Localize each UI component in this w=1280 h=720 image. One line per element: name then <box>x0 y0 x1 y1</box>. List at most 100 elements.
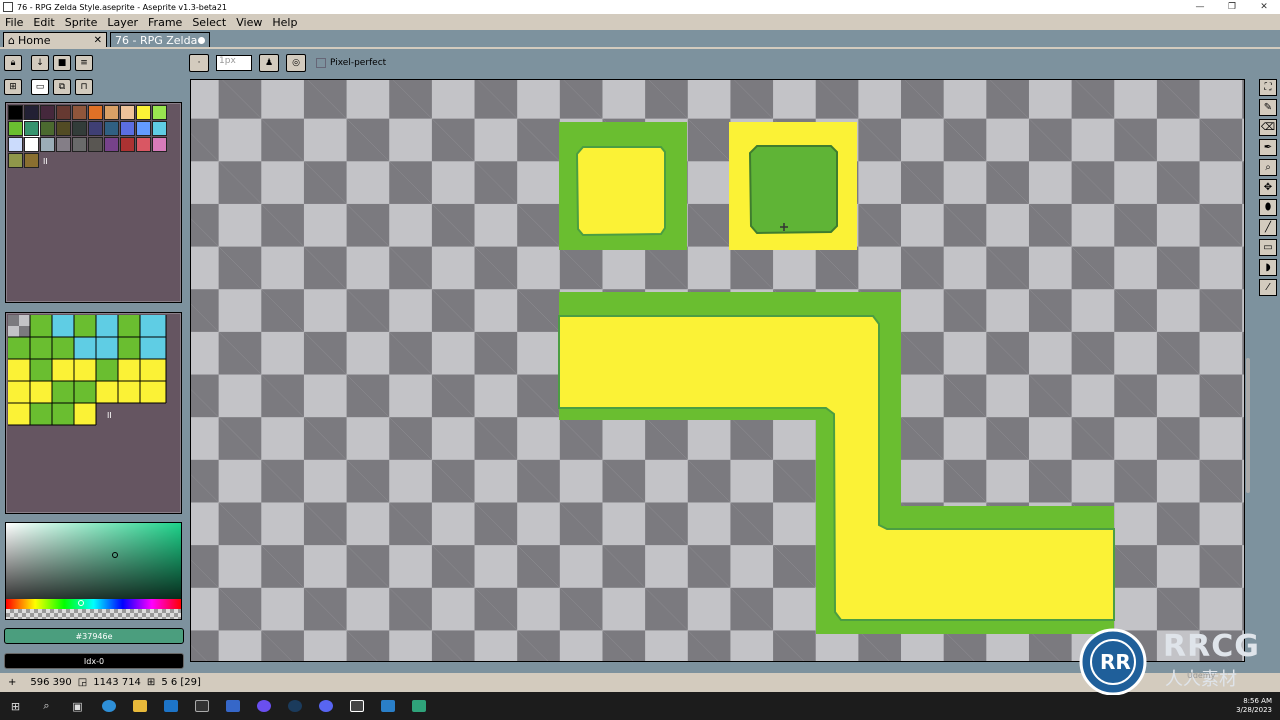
palette-swatch[interactable] <box>56 121 71 136</box>
hex-color-field[interactable]: #37946e <box>4 628 184 644</box>
palette-swatch[interactable] <box>88 121 103 136</box>
palette-swatch[interactable] <box>23 120 40 137</box>
menu-view[interactable]: View <box>231 16 267 29</box>
search-icon[interactable]: ⌕ <box>31 692 62 720</box>
palette-swatch[interactable] <box>136 121 151 136</box>
mode-pixels-icon[interactable]: ▭ <box>31 79 49 95</box>
lock-icon[interactable]: 🔒︎ <box>4 55 22 71</box>
eyedropper-tool-icon[interactable]: ✒ <box>1259 139 1277 156</box>
palette-swatch[interactable] <box>24 153 39 168</box>
palette-swatch[interactable] <box>24 137 39 152</box>
tab-document[interactable]: 76 - RPG Zelda <box>110 32 210 48</box>
palette-swatch[interactable] <box>104 137 119 152</box>
mode-tiles-icon[interactable]: ⧉ <box>53 79 71 95</box>
menu-layer[interactable]: Layer <box>102 16 143 29</box>
palette-swatch[interactable] <box>104 121 119 136</box>
palette-swatch[interactable] <box>88 137 103 152</box>
mail-icon[interactable] <box>155 692 186 720</box>
tab-home[interactable]: ⌂ Home ✕ <box>3 32 107 48</box>
palette-swatch[interactable] <box>8 153 23 168</box>
palette-swatch[interactable] <box>152 121 167 136</box>
tab-bar: ⌂ Home ✕ 76 - RPG Zelda <box>0 30 1280 48</box>
eraser-tool-icon[interactable]: ⌫ <box>1259 119 1277 136</box>
menu-sprite[interactable]: Sprite <box>60 16 103 29</box>
palette-swatch[interactable] <box>120 105 135 120</box>
menu-file[interactable]: File <box>0 16 28 29</box>
tile-yellow-pond <box>729 122 857 250</box>
edge-icon[interactable] <box>93 692 124 720</box>
maximize-button[interactable]: ❐ <box>1216 2 1248 12</box>
color-picker-handle[interactable] <box>112 552 118 558</box>
close-window-button[interactable]: ✕ <box>1248 2 1280 12</box>
palette-swatch[interactable] <box>120 121 135 136</box>
unsaved-dot-icon[interactable] <box>198 37 205 44</box>
fill-tool-icon[interactable]: ⬮ <box>1259 199 1277 216</box>
app-icon-green[interactable] <box>403 692 434 720</box>
photos-icon[interactable] <box>372 692 403 720</box>
vertical-scrollbar[interactable] <box>1246 358 1250 493</box>
palette-swatch[interactable] <box>152 137 167 152</box>
palette-menu-icon[interactable]: ≡ <box>75 55 93 71</box>
palette-swatch[interactable] <box>72 121 87 136</box>
mode-auto-icon[interactable]: ⊓ <box>75 79 93 95</box>
discord-icon[interactable] <box>310 692 341 720</box>
pixel-perfect-checkbox[interactable] <box>316 58 326 68</box>
palette-swatch[interactable] <box>104 105 119 120</box>
tab-close-icon[interactable]: ✕ <box>94 35 102 46</box>
menu-select[interactable]: Select <box>187 16 231 29</box>
palette-swatch[interactable] <box>8 137 23 152</box>
brush-type-icon[interactable]: · <box>189 54 209 72</box>
palette-swatch[interactable] <box>88 105 103 120</box>
hue-handle[interactable] <box>78 600 84 606</box>
tileset-icon[interactable]: ⊞ <box>4 79 22 95</box>
palette-swatch[interactable] <box>152 105 167 120</box>
task-view-icon[interactable]: ▣ <box>62 692 93 720</box>
system-clock[interactable]: 8:56 AM 3/28/2023 <box>1236 697 1272 715</box>
hue-slider[interactable] <box>6 599 181 609</box>
color-saturation-picker[interactable] <box>5 522 182 620</box>
sort-icon[interactable]: ↓ <box>31 55 49 71</box>
palette-swatch[interactable] <box>8 121 23 136</box>
palette-swatch[interactable] <box>120 137 135 152</box>
epic-games-icon[interactable] <box>186 692 217 720</box>
menu-help[interactable]: Help <box>267 16 302 29</box>
menu-edit[interactable]: Edit <box>28 16 59 29</box>
pencil-tool-icon[interactable]: ✎ <box>1259 99 1277 116</box>
palette-swatch[interactable] <box>72 137 87 152</box>
blur-tool-icon[interactable]: ⁄ <box>1259 279 1277 296</box>
palette-swatch[interactable] <box>136 137 151 152</box>
index-color-field[interactable]: Idx-0 <box>4 653 184 669</box>
palette-swatch[interactable] <box>56 137 71 152</box>
os-taskbar: ⊞ ⌕ ▣ 8:56 AM 3/28/2023 <box>0 692 1280 720</box>
line-tool-icon[interactable]: ╱ <box>1259 219 1277 236</box>
dynamics-icon[interactable]: ◎ <box>286 54 306 72</box>
palette-swatch[interactable] <box>136 105 151 120</box>
preset-icon[interactable]: ■ <box>53 55 71 71</box>
palette-swatch[interactable] <box>40 137 55 152</box>
zoom-tool-icon[interactable]: ⌕ <box>1259 159 1277 176</box>
brush-size-field[interactable]: 1px <box>216 55 252 71</box>
remote-desktop-icon[interactable] <box>217 692 248 720</box>
tileset-preview[interactable] <box>8 315 173 435</box>
aseprite-icon[interactable] <box>341 692 372 720</box>
horizontal-scrollbar[interactable] <box>584 661 852 662</box>
media-player-icon[interactable] <box>248 692 279 720</box>
palette-swatch[interactable] <box>40 121 55 136</box>
file-explorer-icon[interactable] <box>124 692 155 720</box>
palette-swatch[interactable] <box>40 105 55 120</box>
steam-icon[interactable] <box>279 692 310 720</box>
move-tool-icon[interactable]: ✥ <box>1259 179 1277 196</box>
palette-swatch[interactable] <box>24 105 39 120</box>
menu-frame[interactable]: Frame <box>143 16 187 29</box>
ink-icon[interactable]: ♟ <box>259 54 279 72</box>
palette-swatch[interactable] <box>56 105 71 120</box>
start-icon[interactable]: ⊞ <box>0 692 31 720</box>
contour-tool-icon[interactable]: ◗ <box>1259 259 1277 276</box>
palette-swatch[interactable] <box>72 105 87 120</box>
minimize-button[interactable]: — <box>1184 2 1216 12</box>
sprite-canvas[interactable] <box>190 79 1245 662</box>
marquee-tool-icon[interactable]: ⛶ <box>1259 79 1277 96</box>
palette-swatch[interactable] <box>8 105 23 120</box>
rectangle-tool-icon[interactable]: ▭ <box>1259 239 1277 256</box>
alpha-slider[interactable] <box>6 609 181 619</box>
